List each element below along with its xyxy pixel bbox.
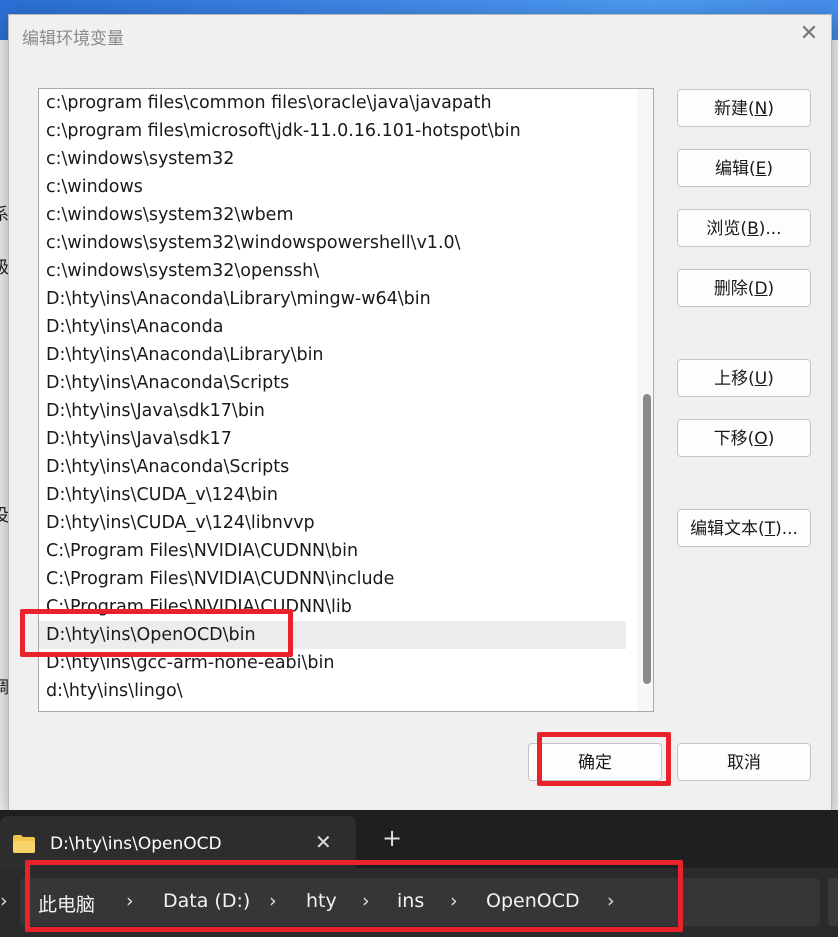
cancel-button[interactable]: 取消 [677, 743, 811, 781]
tab-close-icon[interactable]: ✕ [315, 830, 332, 854]
new-tab-icon[interactable]: + [382, 826, 402, 850]
dialog-title: 编辑环境变量 [22, 29, 124, 49]
path-list-item[interactable]: D:\hty\ins\Anaconda\Scripts [39, 453, 626, 481]
path-list-item[interactable]: c:\windows\system32 [39, 145, 626, 173]
search-input[interactable] [828, 878, 838, 926]
edit-button[interactable]: 编辑(E) [677, 149, 811, 187]
path-list-item[interactable]: c:\program files\common files\oracle\jav… [39, 89, 626, 117]
highlight-box-selected-path [20, 609, 293, 657]
edit-env-variable-dialog: 编辑环境变量 ✕ c:\program files\common files\o… [8, 14, 832, 812]
path-list-item[interactable]: D:\hty\ins\Anaconda [39, 313, 626, 341]
path-list-item[interactable]: D:\hty\ins\Anaconda\Library\mingw-w64\bi… [39, 285, 626, 313]
scrollbar-thumb[interactable] [643, 394, 651, 684]
browse-button[interactable]: 浏览(B)... [677, 209, 811, 247]
path-list-item[interactable]: D:\hty\ins\CUDA_v\124\bin [39, 481, 626, 509]
path-list-item[interactable]: D:\hty\ins\Java\sdk17 [39, 425, 626, 453]
path-list-item[interactable]: D:\hty\ins\Anaconda\Library\bin [39, 341, 626, 369]
path-list-item[interactable]: C:\Program Files\NVIDIA\CUDNN\bin [39, 537, 626, 565]
new-button[interactable]: 新建(N) [677, 89, 811, 127]
close-icon[interactable]: ✕ [797, 21, 821, 47]
path-list-item[interactable]: c:\windows [39, 173, 626, 201]
edit-text-button[interactable]: 编辑文本(T)... [677, 509, 811, 547]
folder-icon [13, 835, 35, 853]
path-list-item[interactable]: c:\windows\system32\windowspowershell\v1… [39, 229, 626, 257]
tab-title: D:\hty\ins\OpenOCD [50, 834, 222, 854]
path-list-item[interactable]: D:\hty\ins\CUDA_v\124\libnvvp [39, 509, 626, 537]
highlight-box-ok-button [537, 732, 671, 786]
path-list-item[interactable]: c:\windows\system32\wbem [39, 201, 626, 229]
move-down-button[interactable]: 下移(O) [677, 419, 811, 457]
highlight-box-breadcrumb [25, 860, 683, 932]
move-up-button[interactable]: 上移(U) [677, 359, 811, 397]
path-list-item[interactable]: D:\hty\ins\Anaconda\Scripts [39, 369, 626, 397]
delete-button[interactable]: 删除(D) [677, 269, 811, 307]
path-list-item[interactable]: d:\hty\ins\lingo\ [39, 677, 626, 705]
path-list-item[interactable]: c:\program files\microsoft\jdk-11.0.16.1… [39, 117, 626, 145]
path-list-item[interactable]: c:\windows\system32\openssh\ [39, 257, 626, 285]
scrollbar[interactable] [637, 89, 653, 711]
chevron-right-icon: › [0, 890, 8, 912]
path-list-item[interactable]: C:\Program Files\NVIDIA\CUDNN\include [39, 565, 626, 593]
path-list-item[interactable]: D:\hty\ins\Java\sdk17\bin [39, 397, 626, 425]
